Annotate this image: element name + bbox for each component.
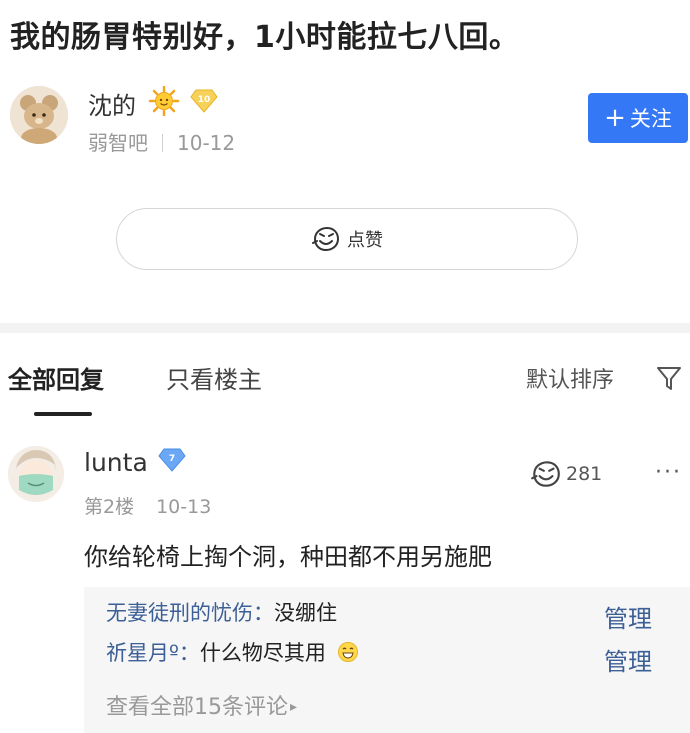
meta-divider (162, 134, 163, 152)
tab-all-replies[interactable]: 全部回复 (8, 360, 104, 395)
like-face-icon (312, 226, 340, 252)
filter-icon[interactable] (655, 364, 683, 396)
plus-icon: + (604, 103, 626, 133)
post-title: 我的肠胃特别好，1小时能拉七八回。 (10, 20, 520, 55)
reply-level: 7 (169, 454, 175, 464)
reply-username[interactable]: lunta (84, 448, 148, 477)
author-avatar[interactable] (10, 86, 68, 144)
reply-floor: 第2楼 (84, 496, 135, 518)
more-options-icon[interactable]: ··· (655, 460, 682, 485)
manage-button[interactable]: 管理 (604, 599, 652, 634)
chevron-right-icon: ▸ (290, 699, 298, 715)
author-name[interactable]: 沈的 (88, 86, 136, 121)
tab-op-only[interactable]: 只看楼主 (166, 360, 262, 395)
reply-like-count: 281 (566, 463, 603, 485)
follow-button[interactable]: + 关注 (588, 93, 688, 143)
like-button[interactable]: 点赞 (116, 208, 578, 270)
view-all-label: 查看全部15条评论 (106, 695, 288, 720)
follow-button-label: 关注 (629, 107, 672, 131)
grin-emoji-icon (337, 642, 358, 662)
sub-comments-panel: 无妻徒刑的忧伤：没绷住 管理 祈星月º：什么物尽其用 管理 查看全部15条评论 ▸ (84, 587, 690, 733)
reply-level-badge-icon: 7 (158, 447, 186, 477)
reply-date: 10-13 (156, 496, 212, 518)
reply-text: 你给轮椅上掏个洞，种田都不用另施肥 (84, 543, 492, 571)
like-face-icon (531, 461, 560, 487)
sun-emoji-icon (147, 85, 181, 120)
sub-comment[interactable]: 无妻徒刑的忧伤：没绷住 (106, 597, 337, 627)
reply-like-button[interactable]: 281 (530, 460, 602, 488)
section-divider (0, 323, 690, 333)
view-all-comments-link[interactable]: 查看全部15条评论 ▸ (106, 689, 297, 721)
active-tab-indicator (34, 412, 92, 416)
sub-comment-user[interactable]: 无妻徒刑的忧伤： (106, 601, 274, 625)
like-button-label: 点赞 (347, 230, 383, 251)
sort-dropdown[interactable]: 默认排序 (526, 362, 614, 394)
manage-button[interactable]: 管理 (604, 642, 652, 677)
reply-avatar[interactable] (8, 446, 64, 502)
forum-name[interactable]: 弱智吧 (88, 131, 148, 155)
sub-comment-text: 没绷住 (274, 601, 337, 625)
post-date: 10-12 (177, 131, 236, 155)
author-level: 10 (198, 95, 211, 105)
sub-comment-text: 什么物尽其用 (199, 641, 326, 665)
level-badge-icon: 10 (190, 88, 218, 118)
reply-meta: 第2楼 10-13 (84, 492, 211, 519)
sub-comment-user[interactable]: 祈星月º： (106, 641, 200, 665)
sub-comment[interactable]: 祈星月º：什么物尽其用 (106, 637, 359, 667)
author-meta: 弱智吧 10-12 (88, 127, 235, 156)
